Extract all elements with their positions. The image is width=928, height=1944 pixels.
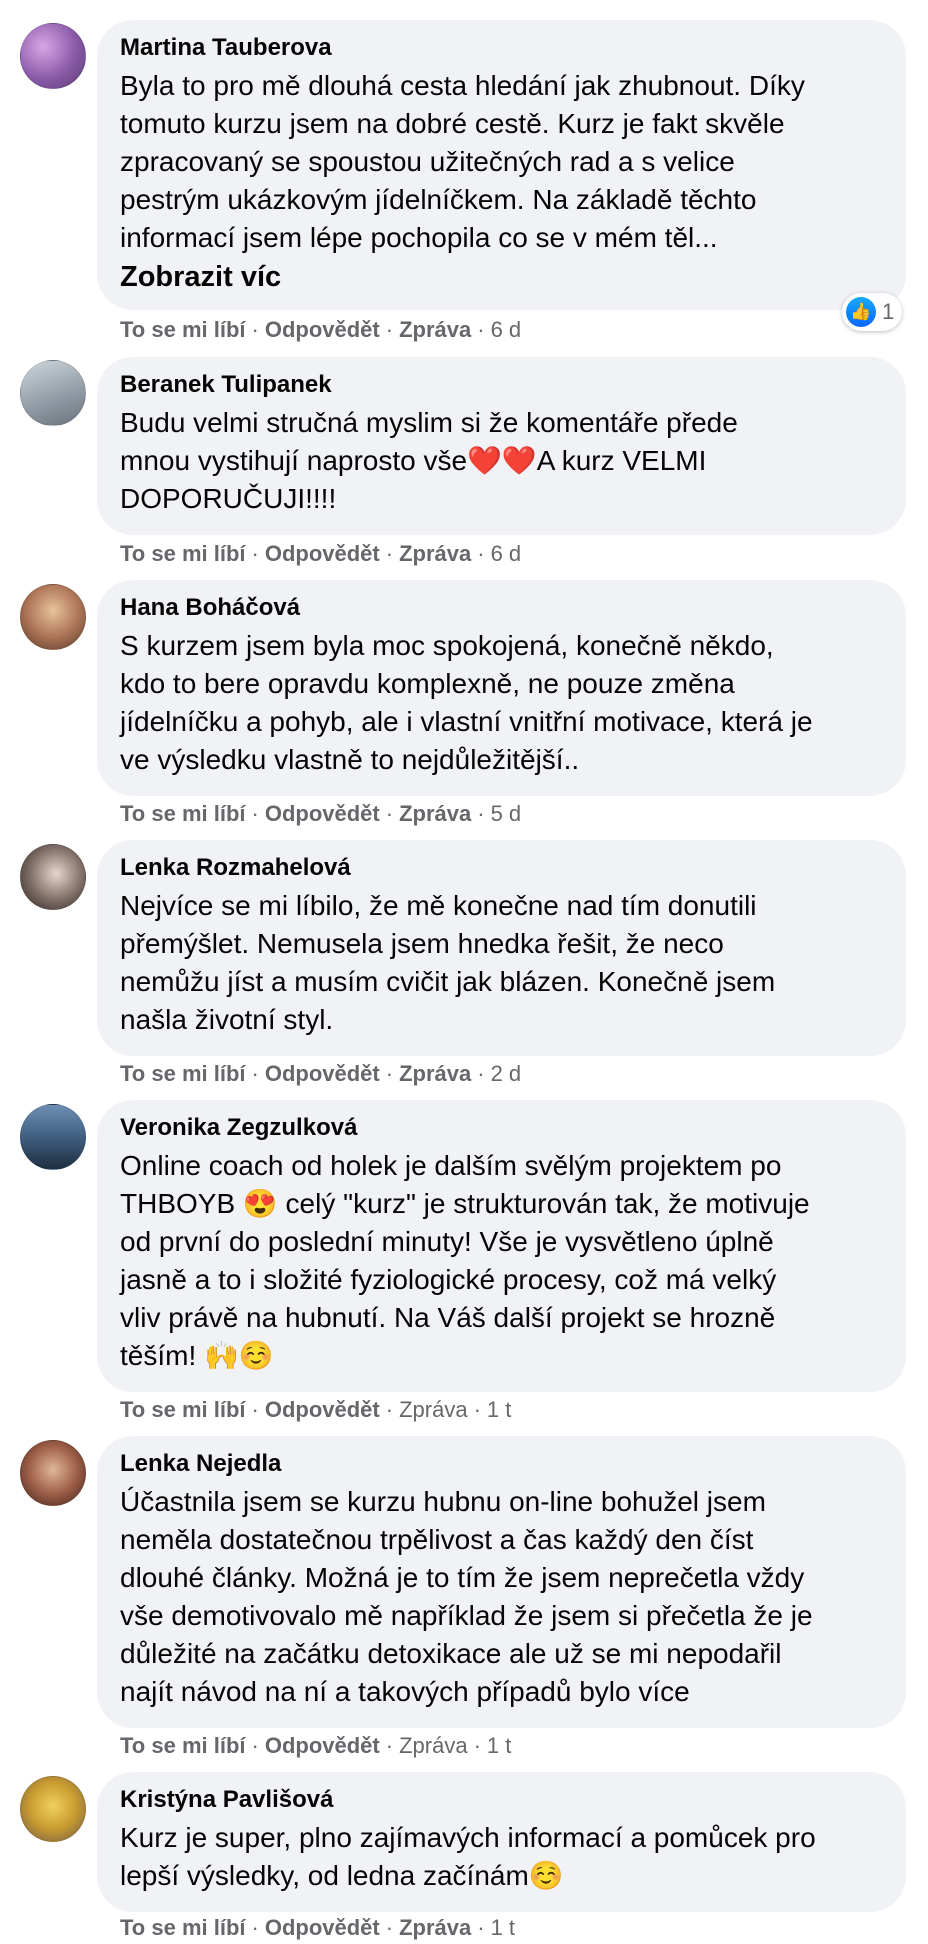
comment-actions: To se mi líbí · Odpovědět · Zpráva · 6 d <box>120 317 522 342</box>
comment-actions: To se mi líbí · Odpovědět · Zpráva · 1 t <box>120 1915 516 1940</box>
comment-text: Nejvíce se mi líbilo, že mě konečne nad … <box>120 890 776 1035</box>
comment-text: Účastnila jsem se kurzu hubnu on-line bo… <box>120 1486 813 1707</box>
like-button[interactable]: To se mi líbí <box>120 317 246 342</box>
author-name[interactable]: Martina Tauberova <box>120 34 882 62</box>
timestamp[interactable]: 1 t <box>491 1915 515 1940</box>
author-name[interactable]: Lenka Nejedla <box>120 1450 882 1478</box>
avatar[interactable] <box>20 360 86 426</box>
reaction-summary[interactable]: 👍 1 <box>842 293 902 331</box>
see-more-link[interactable]: Zobrazit víc <box>120 257 882 297</box>
reply-button[interactable]: Odpovědět <box>265 801 380 826</box>
avatar[interactable] <box>20 23 86 89</box>
comment-bubble: Kristýna Pavlišová Kurz je super, plno z… <box>97 1772 906 1912</box>
like-button[interactable]: To se mi líbí <box>120 1733 246 1758</box>
comment-actions: To se mi líbí · Odpovědět · Zpráva · 1 t <box>120 1733 512 1758</box>
comment-bubble: Veronika Zegzulková Online coach od hole… <box>97 1100 906 1392</box>
reply-button[interactable]: Odpovědět <box>265 1061 380 1086</box>
message-button[interactable]: Zpráva <box>399 1397 467 1422</box>
comment-actions: To se mi líbí · Odpovědět · Zpráva · 1 t <box>120 1397 512 1422</box>
reply-button[interactable]: Odpovědět <box>265 541 380 566</box>
like-button[interactable]: To se mi líbí <box>120 801 246 826</box>
author-name[interactable]: Veronika Zegzulková <box>120 1114 882 1142</box>
comment-actions: To se mi líbí · Odpovědět · Zpráva · 6 d <box>120 541 522 566</box>
author-name[interactable]: Kristýna Pavlišová <box>120 1786 882 1814</box>
avatar[interactable] <box>20 584 86 650</box>
avatar[interactable] <box>20 1104 86 1170</box>
comment-bubble: Beranek Tulipanek Budu velmi stručná mys… <box>97 357 906 535</box>
reply-button[interactable]: Odpovědět <box>265 1397 380 1422</box>
message-button[interactable]: Zpráva <box>399 1733 467 1758</box>
timestamp[interactable]: 1 t <box>487 1733 511 1758</box>
message-button[interactable]: Zpráva <box>399 1915 471 1940</box>
message-button[interactable]: Zpráva <box>399 541 471 566</box>
reply-button[interactable]: Odpovědět <box>265 317 380 342</box>
comment-text: S kurzem jsem byla moc spokojená, konečn… <box>120 630 813 775</box>
avatar[interactable] <box>20 1776 86 1842</box>
like-button[interactable]: To se mi líbí <box>120 1397 246 1422</box>
like-button[interactable]: To se mi líbí <box>120 541 246 566</box>
previous-comment-fragment: · · · · <box>0 0 928 4</box>
comment-bubble: Lenka Rozmahelová Nejvíce se mi líbilo, … <box>97 840 906 1056</box>
message-button[interactable]: Zpráva <box>399 317 471 342</box>
author-name[interactable]: Beranek Tulipanek <box>120 371 882 399</box>
comment-actions: To se mi líbí · Odpovědět · Zpráva · 2 d <box>120 1061 522 1086</box>
author-name[interactable]: Hana Boháčová <box>120 594 882 622</box>
comment-actions: To se mi líbí · Odpovědět · Zpráva · 5 d <box>120 801 522 826</box>
comment-bubble: Martina Tauberova Byla to pro mě dlouhá … <box>97 20 906 310</box>
message-button[interactable]: Zpráva <box>399 801 471 826</box>
comment-text: Byla to pro mě dlouhá cesta hledání jak … <box>120 70 805 253</box>
message-button[interactable]: Zpráva <box>399 1061 471 1086</box>
timestamp[interactable]: 6 d <box>491 541 522 566</box>
reply-button[interactable]: Odpovědět <box>265 1915 380 1940</box>
thumbs-up-icon: 👍 <box>846 297 876 327</box>
avatar[interactable] <box>20 1440 86 1506</box>
comment-bubble: Lenka Nejedla Účastnila jsem se kurzu hu… <box>97 1436 906 1728</box>
timestamp[interactable]: 6 d <box>491 317 522 342</box>
comment-text: Budu velmi stručná myslim si že komentář… <box>120 407 738 514</box>
comment-bubble: Hana Boháčová S kurzem jsem byla moc spo… <box>97 580 906 796</box>
timestamp[interactable]: 1 t <box>487 1397 511 1422</box>
like-button[interactable]: To se mi líbí <box>120 1061 246 1086</box>
comment-text: Online coach od holek je dalším svělým p… <box>120 1150 810 1371</box>
reaction-count: 1 <box>882 299 895 324</box>
avatar[interactable] <box>20 844 86 910</box>
reply-button[interactable]: Odpovědět <box>265 1733 380 1758</box>
author-name[interactable]: Lenka Rozmahelová <box>120 854 882 882</box>
like-button[interactable]: To se mi líbí <box>120 1915 246 1940</box>
timestamp[interactable]: 5 d <box>491 801 522 826</box>
comment-text: Kurz je super, plno zajímavých informací… <box>120 1822 816 1891</box>
timestamp[interactable]: 2 d <box>491 1061 522 1086</box>
